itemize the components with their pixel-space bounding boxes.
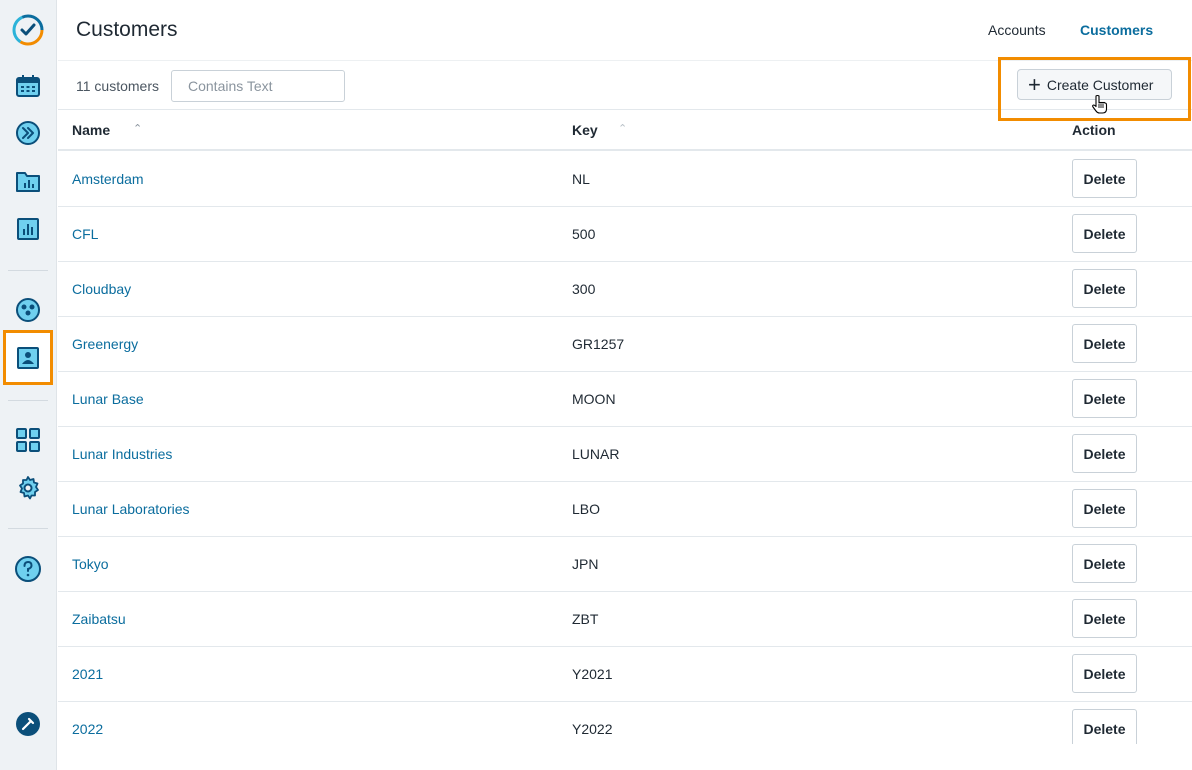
customer-key: MOON (572, 391, 616, 407)
delete-button[interactable]: Delete (1072, 434, 1137, 473)
table-row: Lunar Laboratories LBO Delete (58, 482, 1192, 537)
customer-key: NL (572, 171, 590, 187)
column-header-key[interactable]: Key (572, 122, 598, 138)
delete-button[interactable]: Delete (1072, 654, 1137, 693)
delete-button[interactable]: Delete (1072, 489, 1137, 528)
delete-button[interactable]: Delete (1072, 599, 1137, 638)
delete-button[interactable]: Delete (1072, 214, 1137, 253)
column-header-name[interactable]: Name (72, 122, 110, 138)
nav-accounts[interactable]: Accounts (988, 22, 1046, 38)
customer-key: ZBT (572, 611, 599, 627)
sidebar-divider (8, 270, 48, 271)
customer-key: LUNAR (572, 446, 620, 462)
sidebar-divider (8, 400, 48, 401)
logo-check-icon[interactable] (10, 12, 46, 48)
customer-name-link[interactable]: Zaibatsu (72, 611, 126, 627)
table-row: CFL 500 Delete (58, 207, 1192, 262)
help-icon[interactable] (10, 551, 46, 587)
customer-key: 500 (572, 226, 596, 242)
sort-ascending-icon[interactable]: ⌃ (618, 122, 627, 135)
bar-chart-icon[interactable] (10, 211, 46, 247)
pin-icon[interactable] (10, 706, 46, 742)
nav-customers[interactable]: Customers (1080, 22, 1153, 38)
customer-key: Y2021 (572, 666, 613, 682)
customer-key: JPN (572, 556, 599, 572)
customer-icon[interactable] (10, 340, 46, 376)
column-header-action: Action (1072, 122, 1116, 138)
sidebar-divider (8, 528, 48, 529)
sort-ascending-icon[interactable]: ⌃ (133, 122, 142, 135)
delete-button[interactable]: Delete (1072, 159, 1137, 198)
table-row: Amsterdam NL Delete (58, 152, 1192, 207)
customer-name-link[interactable]: Lunar Laboratories (72, 501, 190, 517)
customer-name-link[interactable]: Cloudbay (72, 281, 131, 297)
team-icon[interactable] (10, 292, 46, 328)
table-row: Zaibatsu ZBT Delete (58, 592, 1192, 647)
fast-forward-icon[interactable] (10, 115, 46, 151)
table-header: Name ⌃ Key ⌃ Action (58, 110, 1192, 151)
customer-name-link[interactable]: Greenergy (72, 336, 138, 352)
filter-input[interactable] (171, 70, 345, 102)
table-row: 2022 Y2022 Delete (58, 702, 1192, 744)
customer-count: 11 customers (76, 78, 159, 94)
table-row: Tokyo JPN Delete (58, 537, 1192, 592)
customer-key: GR1257 (572, 336, 625, 352)
table-row: Lunar Base MOON Delete (58, 372, 1192, 427)
plus-icon: + (1028, 71, 1041, 97)
customer-key: LBO (572, 501, 601, 517)
delete-button[interactable]: Delete (1072, 379, 1137, 418)
customer-key: 300 (572, 281, 596, 297)
page-title: Customers (76, 18, 178, 41)
apps-grid-icon[interactable] (10, 422, 46, 458)
folder-chart-icon[interactable] (10, 163, 46, 199)
gear-icon[interactable] (10, 470, 46, 506)
customer-name-link[interactable]: CFL (72, 226, 98, 242)
toolbar: 11 customers + Create Customer (58, 57, 1192, 121)
customer-key: Y2022 (572, 721, 613, 737)
delete-button[interactable]: Delete (1072, 324, 1137, 363)
page-header: Customers Accounts Customers (58, 0, 1192, 61)
create-customer-label: Create Customer (1046, 76, 1154, 93)
table-row: 2021 Y2021 Delete (58, 647, 1192, 702)
calendar-icon[interactable] (10, 68, 46, 104)
table-row: Cloudbay 300 Delete (58, 262, 1192, 317)
customer-name-link[interactable]: 2021 (72, 666, 103, 682)
table-body: Amsterdam NL Delete CFL 500 Delete Cloudbay 300… (58, 152, 1192, 744)
table-row: Lunar Industries LUNAR Delete (58, 427, 1192, 482)
table-row: Greenergy GR1257 Delete (58, 317, 1192, 372)
delete-button[interactable]: Delete (1072, 269, 1137, 308)
customer-name-link[interactable]: Lunar Base (72, 391, 144, 407)
delete-button[interactable]: Delete (1072, 544, 1137, 583)
customer-name-link[interactable]: Tokyo (72, 556, 109, 572)
customers-table: Name ⌃ Key ⌃ Action Amsterdam NL Delete CFL… (58, 110, 1192, 744)
customer-name-link[interactable]: Amsterdam (72, 171, 144, 187)
delete-button[interactable]: Delete (1072, 709, 1137, 744)
customer-name-link[interactable]: 2022 (72, 721, 103, 737)
customer-name-link[interactable]: Lunar Industries (72, 446, 172, 462)
sidebar (0, 0, 57, 770)
